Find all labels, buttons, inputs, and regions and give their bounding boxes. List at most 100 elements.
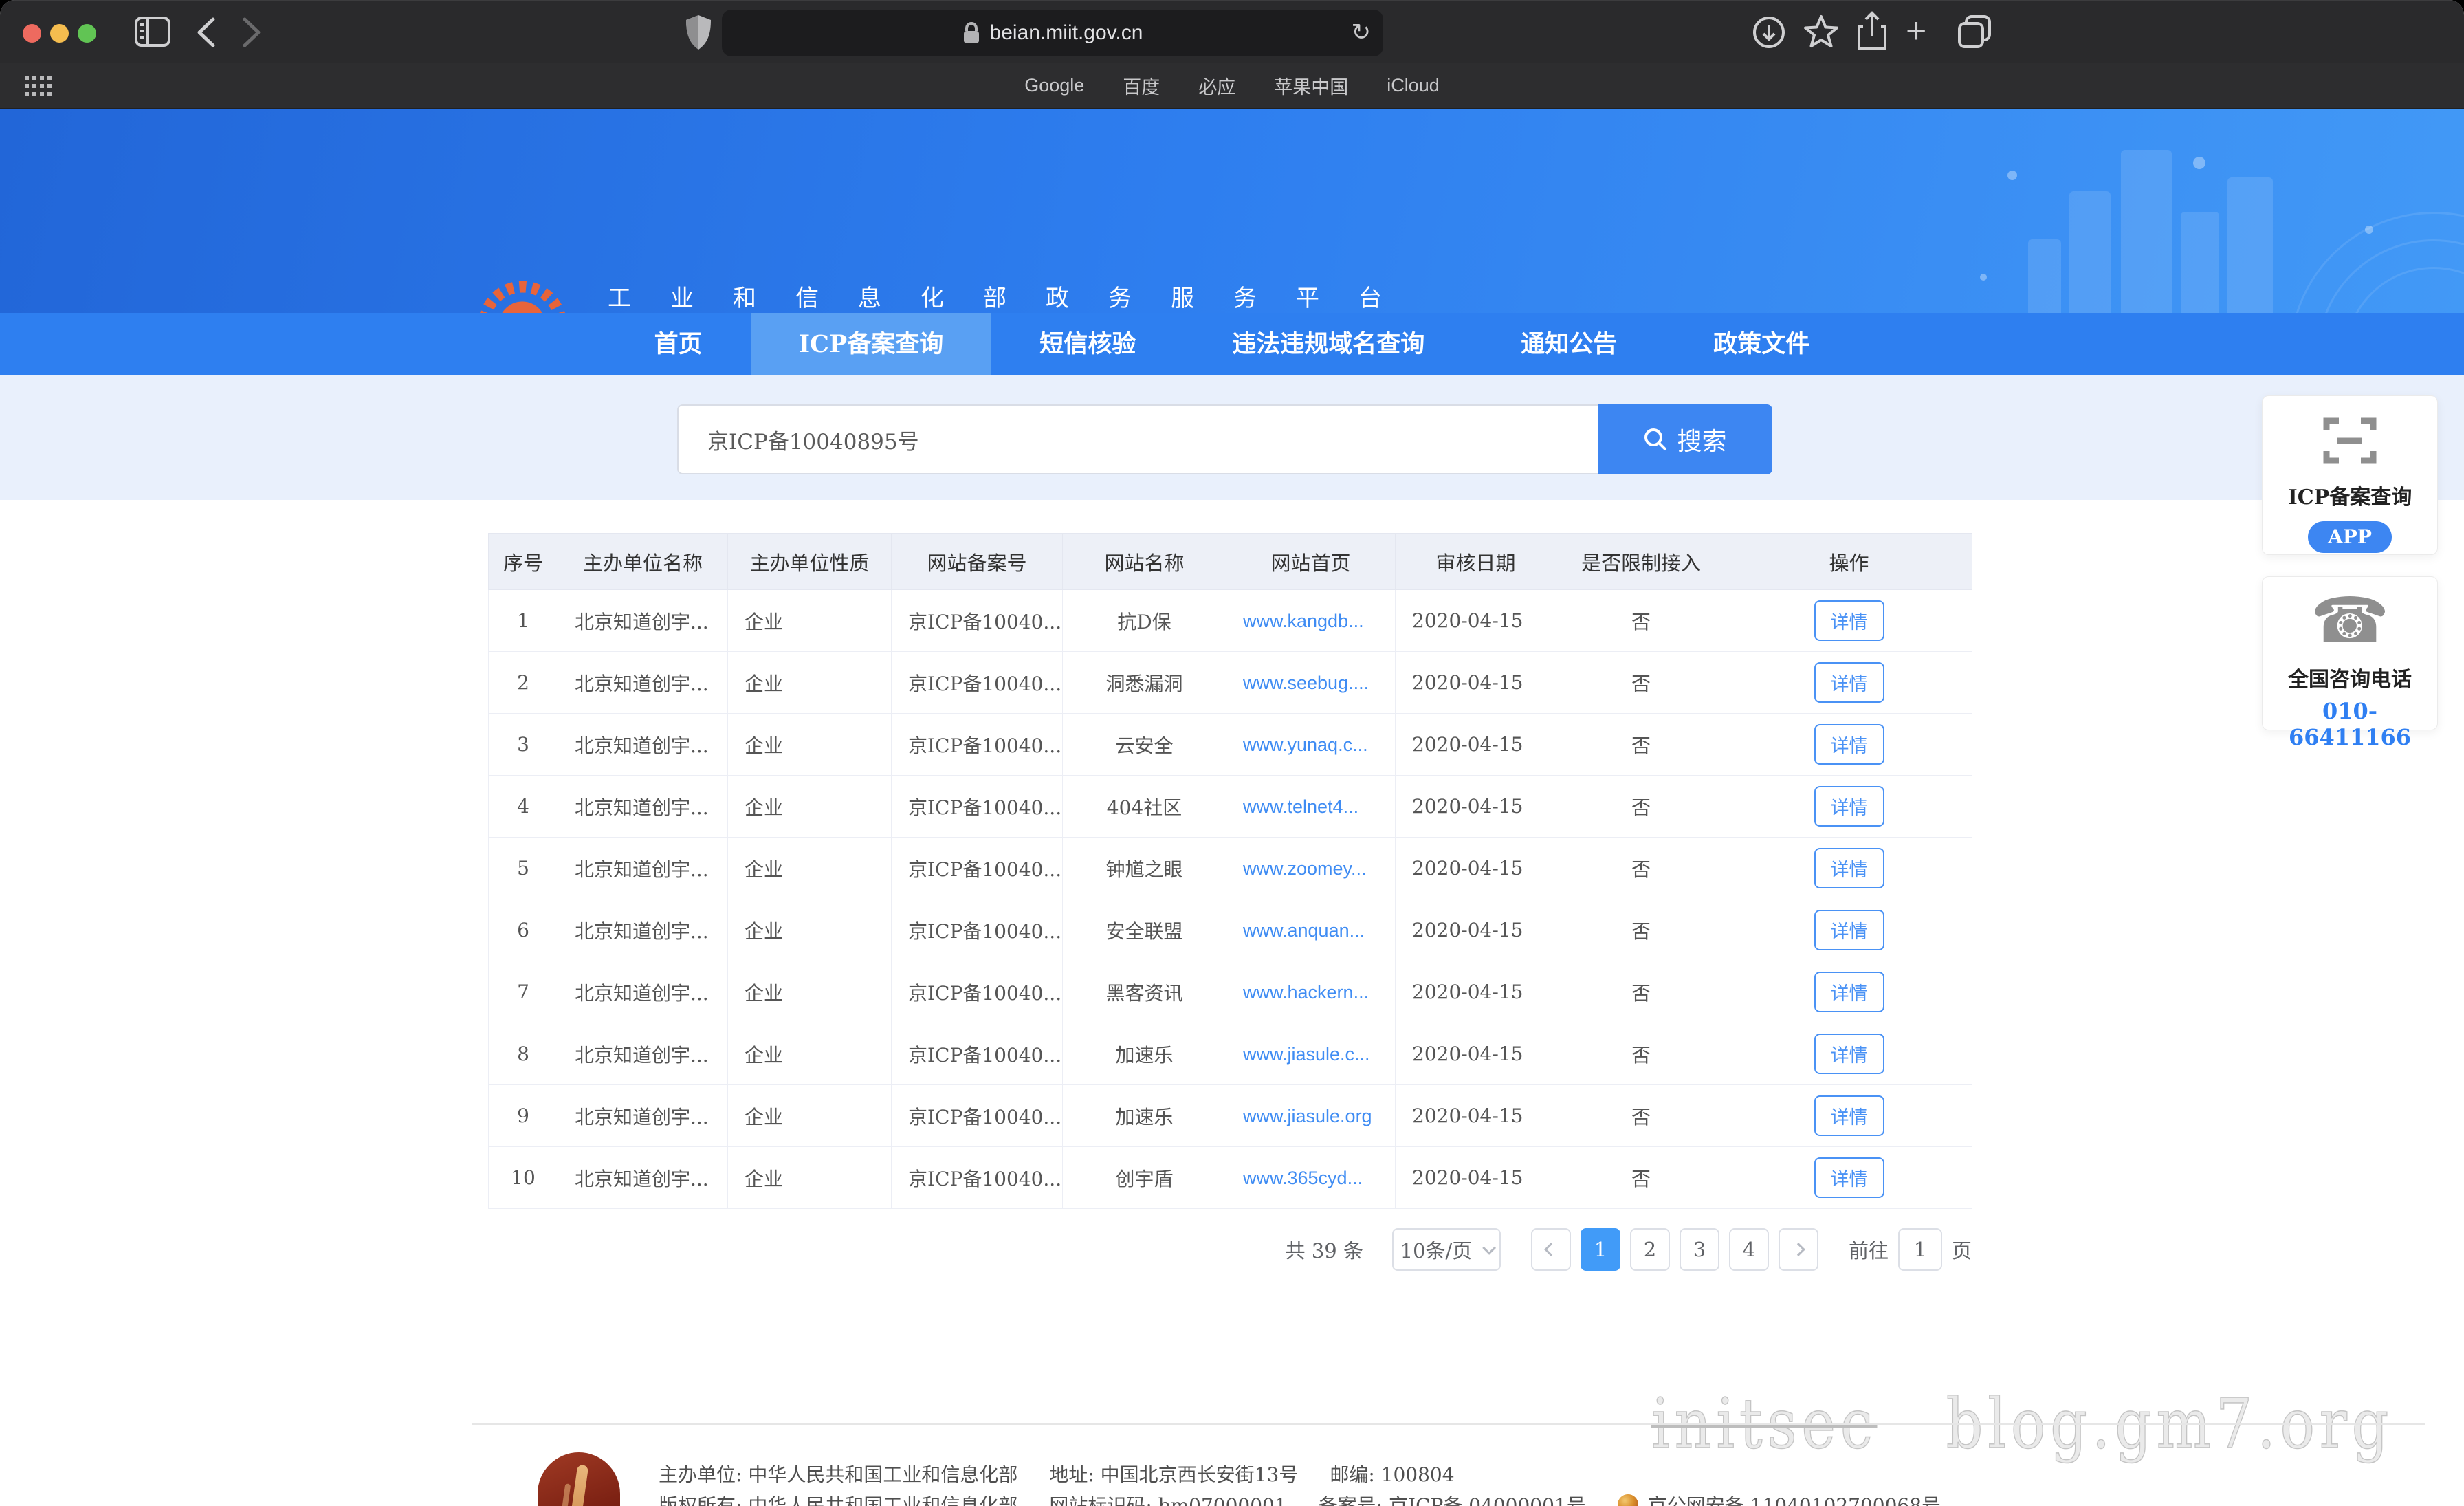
cell-detail: 详情 bbox=[1726, 961, 1972, 1023]
new-tab-icon[interactable]: + bbox=[1906, 13, 1926, 49]
cell-site_url: www.yunaq.c... bbox=[1226, 713, 1396, 776]
cell-restricted: 否 bbox=[1556, 651, 1726, 714]
page-button-4[interactable]: 4 bbox=[1728, 1228, 1769, 1271]
nav-item-6[interactable]: 政策文件 bbox=[1665, 313, 1858, 375]
police-badge-icon bbox=[1617, 1494, 1638, 1506]
detail-button[interactable]: 详情 bbox=[1814, 724, 1884, 765]
page-size-select[interactable]: 10条/页 bbox=[1392, 1228, 1501, 1271]
detail-button[interactable]: 详情 bbox=[1814, 786, 1884, 827]
cell-seq: 5 bbox=[488, 837, 558, 899]
site-url-link[interactable]: www.zoomey... bbox=[1243, 858, 1367, 879]
cell-date: 2020-04-15 bbox=[1395, 775, 1556, 838]
share-icon[interactable] bbox=[1856, 11, 1888, 51]
footer-postcode: 邮编: 100804 bbox=[1330, 1463, 1455, 1486]
cell-icp: 京ICP备10040... bbox=[891, 837, 1063, 899]
detail-button[interactable]: 详情 bbox=[1814, 972, 1884, 1012]
cell-org_type: 企业 bbox=[727, 899, 892, 961]
url-bar[interactable]: beian.miit.gov.cn ↻ bbox=[722, 10, 1383, 56]
cell-icp: 京ICP备10040... bbox=[891, 775, 1063, 838]
detail-button[interactable]: 详情 bbox=[1814, 662, 1884, 703]
site-url-link[interactable]: www.anquan... bbox=[1243, 920, 1365, 941]
downloads-icon[interactable] bbox=[1752, 15, 1786, 50]
cell-seq: 1 bbox=[488, 589, 558, 652]
frequently-visited-grid-icon[interactable] bbox=[23, 74, 54, 102]
cell-site_url: www.jiasule.c... bbox=[1226, 1023, 1396, 1085]
site-url-link[interactable]: www.hackern... bbox=[1243, 982, 1369, 1003]
goto-page-input[interactable] bbox=[1898, 1228, 1942, 1271]
reload-icon[interactable]: ↻ bbox=[1352, 19, 1372, 46]
cell-detail: 详情 bbox=[1726, 713, 1972, 776]
site-url-link[interactable]: www.365cyd... bbox=[1243, 1168, 1363, 1188]
nav-item-1[interactable]: 首页 bbox=[606, 313, 751, 375]
cell-site_name: 抗D保 bbox=[1062, 589, 1226, 652]
cell-detail: 详情 bbox=[1726, 899, 1972, 961]
bookmark-item[interactable]: Google bbox=[1024, 75, 1084, 96]
nav-item-4[interactable]: 违法违规域名查询 bbox=[1184, 313, 1473, 375]
column-header: 网站名称 bbox=[1062, 533, 1226, 590]
cell-site_name: 加速乐 bbox=[1062, 1023, 1226, 1085]
prev-page-button[interactable] bbox=[1530, 1228, 1571, 1271]
qr-scan-icon bbox=[2263, 414, 2437, 470]
forward-icon[interactable] bbox=[242, 17, 263, 48]
bookmark-item[interactable]: 必应 bbox=[1198, 72, 1235, 99]
cell-site_name: 创宇盾 bbox=[1062, 1146, 1226, 1209]
nav-item-3[interactable]: 短信核验 bbox=[991, 313, 1184, 375]
zoom-window-button[interactable] bbox=[78, 24, 96, 43]
close-window-button[interactable] bbox=[23, 24, 41, 43]
detail-button[interactable]: 详情 bbox=[1814, 600, 1884, 641]
cell-icp: 京ICP备10040... bbox=[891, 713, 1063, 776]
page-button-3[interactable]: 3 bbox=[1679, 1228, 1719, 1271]
gov-emblem bbox=[538, 1452, 620, 1506]
column-header: 网站备案号 bbox=[891, 533, 1063, 590]
bookmark-item[interactable]: 百度 bbox=[1123, 72, 1160, 99]
bookmark-star-icon[interactable] bbox=[1803, 14, 1840, 50]
tab-overview-icon[interactable] bbox=[1957, 14, 1992, 50]
table-row: 8 北京知道创宇... 企业 京ICP备10040... 加速乐 www.jiasule.… bbox=[488, 1023, 1972, 1085]
cell-icp: 京ICP备10040... bbox=[891, 1084, 1063, 1147]
cell-icp: 京ICP备10040... bbox=[891, 651, 1063, 714]
icp-search-input[interactable] bbox=[677, 404, 1598, 474]
detail-button[interactable]: 详情 bbox=[1814, 1034, 1884, 1074]
cell-site_name: 洞悉漏洞 bbox=[1062, 651, 1226, 714]
site-url-link[interactable]: www.yunaq.c... bbox=[1243, 734, 1368, 755]
back-icon[interactable] bbox=[195, 17, 216, 48]
cell-seq: 7 bbox=[488, 961, 558, 1023]
search-button-label: 搜索 bbox=[1677, 428, 1727, 456]
table-row: 9 北京知道创宇... 企业 京ICP备10040... 加速乐 www.jiasule.… bbox=[488, 1084, 1972, 1147]
detail-button[interactable]: 详情 bbox=[1814, 910, 1884, 950]
table-row: 2 北京知道创宇... 企业 京ICP备10040... 洞悉漏洞 www.seebug.… bbox=[488, 651, 1972, 714]
search-button[interactable]: 搜索 bbox=[1598, 404, 1772, 474]
cell-detail: 详情 bbox=[1726, 651, 1972, 714]
next-page-button[interactable] bbox=[1778, 1228, 1818, 1271]
cell-org: 北京知道创宇... bbox=[558, 899, 728, 961]
bookmark-item[interactable]: 苹果中国 bbox=[1274, 72, 1348, 99]
cell-site_name: 安全联盟 bbox=[1062, 899, 1226, 961]
cell-site_name: 加速乐 bbox=[1062, 1084, 1226, 1147]
detail-button[interactable]: 详情 bbox=[1814, 848, 1884, 888]
privacy-shield-icon[interactable] bbox=[685, 14, 712, 51]
site-url-link[interactable]: www.seebug.... bbox=[1243, 673, 1369, 693]
lock-icon bbox=[963, 22, 979, 43]
cell-site_url: www.jiasule.org bbox=[1226, 1084, 1396, 1147]
detail-button[interactable]: 详情 bbox=[1814, 1095, 1884, 1136]
cell-org_type: 企业 bbox=[727, 1146, 892, 1209]
pagination: 共 39 条 10条/页 1234 前往 页 bbox=[488, 1228, 1972, 1271]
cell-date: 2020-04-15 bbox=[1395, 899, 1556, 961]
site-url-link[interactable]: www.telnet4... bbox=[1243, 796, 1358, 817]
site-url-link[interactable]: www.jiasule.c... bbox=[1243, 1044, 1370, 1065]
page-button-1[interactable]: 1 bbox=[1580, 1228, 1620, 1271]
site-url-link[interactable]: www.kangdb... bbox=[1243, 611, 1364, 631]
browser-toolbar: beian.miit.gov.cn ↻ + bbox=[0, 0, 2464, 63]
nav-item-2[interactable]: ICP备案查询 bbox=[750, 313, 992, 375]
cell-date: 2020-04-15 bbox=[1395, 1023, 1556, 1085]
cell-detail: 详情 bbox=[1726, 775, 1972, 838]
sidebar-toggle-icon[interactable] bbox=[135, 15, 170, 48]
app-badge[interactable]: APP bbox=[2308, 521, 2392, 553]
site-url-link[interactable]: www.jiasule.org bbox=[1243, 1106, 1372, 1126]
detail-button[interactable]: 详情 bbox=[1814, 1157, 1884, 1198]
hotline-number[interactable]: 010-66411166 bbox=[2263, 698, 2437, 750]
bookmark-item[interactable]: iCloud bbox=[1387, 75, 1440, 96]
minimize-window-button[interactable] bbox=[50, 24, 69, 43]
page-button-2[interactable]: 2 bbox=[1629, 1228, 1670, 1271]
nav-item-5[interactable]: 通知公告 bbox=[1473, 313, 1665, 375]
